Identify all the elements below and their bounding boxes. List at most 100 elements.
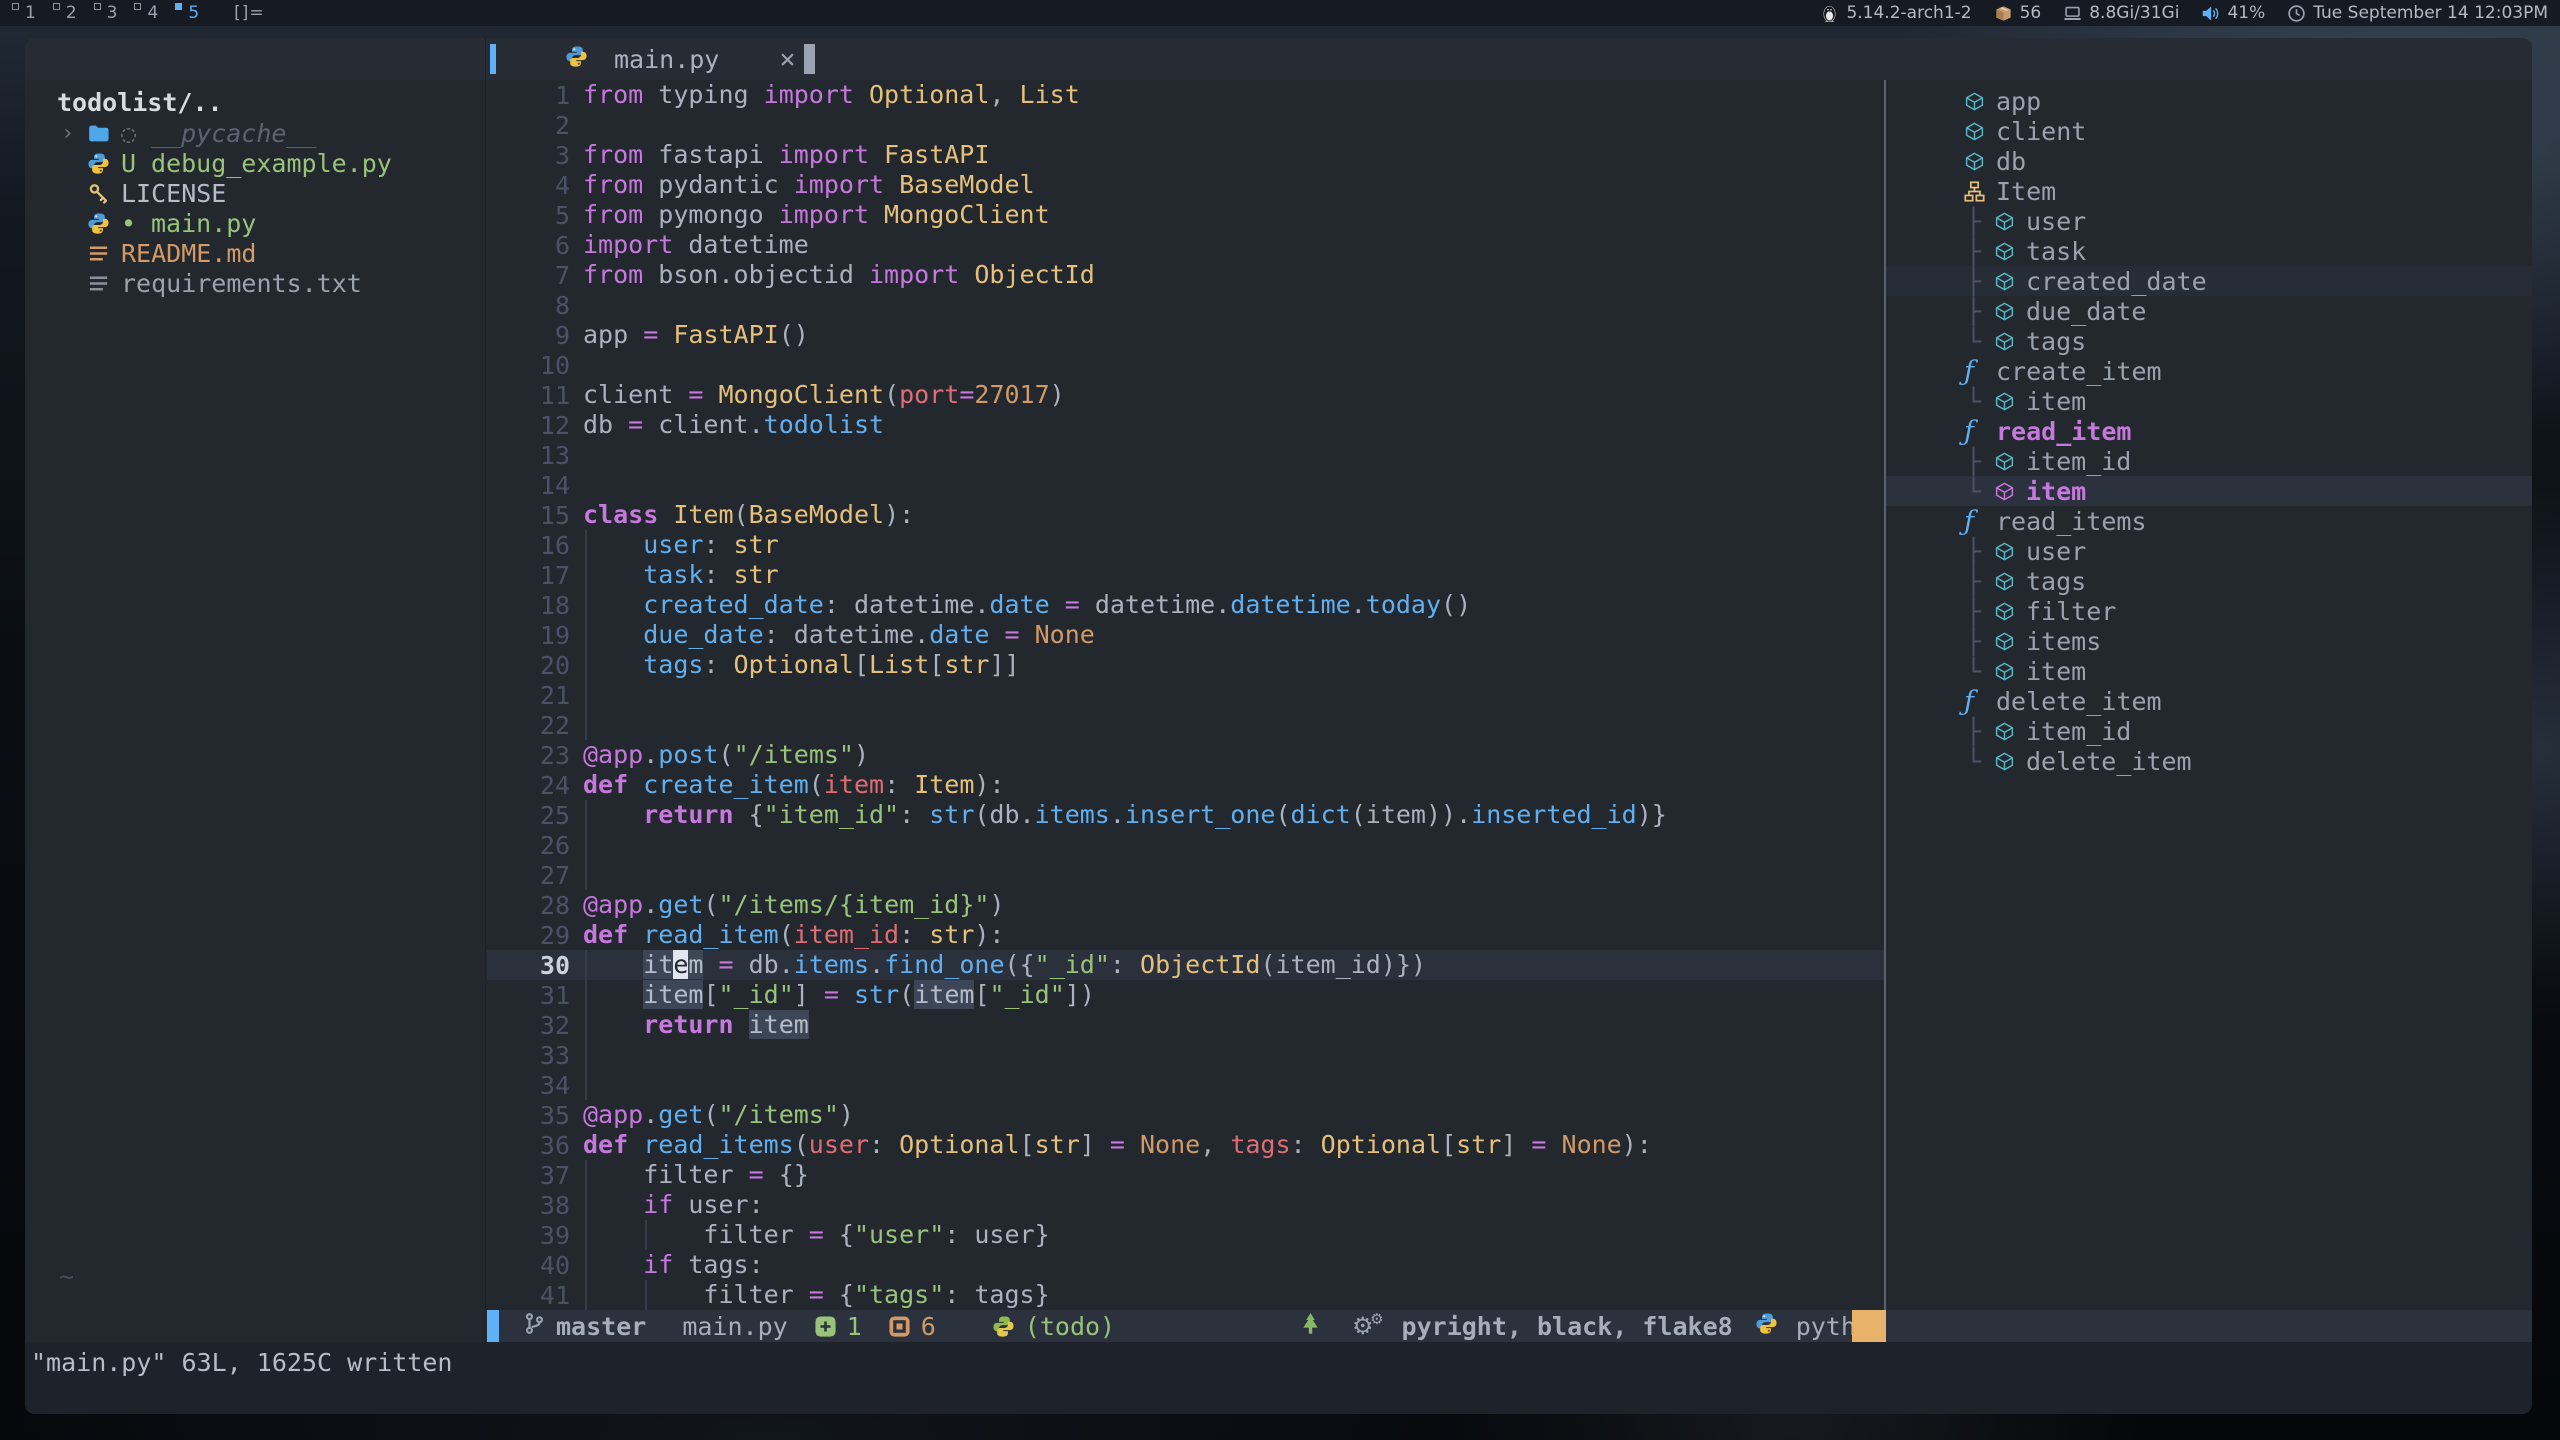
tagbar-item-delete_item[interactable]: ƒdelete_item: [1886, 686, 2532, 716]
code-line-8[interactable]: 8: [487, 290, 1884, 320]
file-tree-item-debug-example-py[interactable]: Udebug_example.py: [25, 148, 484, 178]
tagbar-item-item[interactable]: └item: [1886, 476, 2532, 506]
tab-title: main.py: [614, 45, 719, 74]
code-line-11[interactable]: 11client = MongoClient(port=27017): [487, 380, 1884, 410]
git-branch-name[interactable]: master: [556, 1312, 646, 1341]
code-line-36[interactable]: 36def read_items(user: Optional[str] = N…: [487, 1130, 1884, 1160]
code-line-32[interactable]: 32 return item: [487, 1010, 1884, 1040]
code-line-26[interactable]: 26: [487, 830, 1884, 860]
file-tree-item-requirements-txt[interactable]: requirements.txt: [25, 268, 484, 298]
code-line-13[interactable]: 13: [487, 440, 1884, 470]
code-line-18[interactable]: 18 created_date: datetime.date = datetim…: [487, 590, 1884, 620]
code-line-28[interactable]: 28@app.get("/items/{item_id}"): [487, 890, 1884, 920]
workspace-tag-4[interactable]: 4: [130, 0, 171, 26]
code-line-30[interactable]: 30 item = db.items.find_one({"_id": Obje…: [487, 950, 1884, 980]
code-line-3[interactable]: 3from fastapi import FastAPI: [487, 140, 1884, 170]
tagbar-item-Item[interactable]: Item: [1886, 176, 2532, 206]
tagbar-item-user[interactable]: ├user: [1886, 536, 2532, 566]
tree-connector: ├: [1886, 447, 1994, 476]
status-module-text: 8.8Gi/31Gi: [2089, 3, 2179, 23]
code-line-23[interactable]: 23@app.post("/items"): [487, 740, 1884, 770]
tab-main-py[interactable]: main.py ×: [565, 38, 796, 80]
code-line-27[interactable]: 27: [487, 860, 1884, 890]
indent-guide: [585, 590, 587, 620]
code-line-20[interactable]: 20 tags: Optional[List[str]]: [487, 650, 1884, 680]
tagbar-item-filter[interactable]: ├filter: [1886, 596, 2532, 626]
tagbar-item-task[interactable]: ├task: [1886, 236, 2532, 266]
tagbar-item-app[interactable]: app: [1886, 86, 2532, 116]
code-line-25[interactable]: 25 return {"item_id": str(db.items.inser…: [487, 800, 1884, 830]
code-line-16[interactable]: 16 user: str: [487, 530, 1884, 560]
workspace-tag-1[interactable]: 1: [8, 0, 49, 26]
code-line-9[interactable]: 9app = FastAPI(): [487, 320, 1884, 350]
code-line-7[interactable]: 7from bson.objectid import ObjectId: [487, 260, 1884, 290]
code-line-21[interactable]: 21: [487, 680, 1884, 710]
code-line-35[interactable]: 35@app.get("/items"): [487, 1100, 1884, 1130]
tagbar-item-client[interactable]: client: [1886, 116, 2532, 146]
code-line-1[interactable]: 1from typing import Optional, List: [487, 80, 1884, 110]
file-tree-item-readme-md[interactable]: README.md: [25, 238, 484, 268]
code-line-41[interactable]: 41 filter = {"tags": tags}: [487, 1280, 1884, 1310]
workspace-tag-3[interactable]: 3: [90, 0, 131, 26]
tagbar-item-create_item[interactable]: ƒcreate_item: [1886, 356, 2532, 386]
wm-layout-symbol[interactable]: []=: [234, 3, 265, 23]
code-line-14[interactable]: 14: [487, 470, 1884, 500]
code-line-22[interactable]: 22: [487, 710, 1884, 740]
code-line-17[interactable]: 17 task: str: [487, 560, 1884, 590]
workspace-tag-5[interactable]: 5: [171, 0, 212, 26]
tagbar-item-tags[interactable]: ├tags: [1886, 566, 2532, 596]
code-line-39[interactable]: 39 filter = {"user": user}: [487, 1220, 1884, 1250]
code-line-6[interactable]: 6import datetime: [487, 230, 1884, 260]
tag-label: item: [2026, 387, 2086, 416]
tagbar-item-item[interactable]: └item: [1886, 656, 2532, 686]
code-line-19[interactable]: 19 due_date: datetime.date = None: [487, 620, 1884, 650]
line-number: 41: [487, 1281, 583, 1310]
tagbar-item-created_date[interactable]: ├created_date: [1886, 266, 2532, 296]
vim-command-line[interactable]: "main.py" 63L, 1625C written: [25, 1342, 2532, 1414]
tag-label: task: [2026, 237, 2086, 266]
code-line-34[interactable]: 34: [487, 1070, 1884, 1100]
code-editor[interactable]: 1from typing import Optional, List23from…: [487, 80, 1884, 1310]
code-line-12[interactable]: 12db = client.todolist: [487, 410, 1884, 440]
tagbar-item-item[interactable]: └item: [1886, 386, 2532, 416]
tagbar-item-delete_item[interactable]: └delete_item: [1886, 746, 2532, 776]
tag-label: read_item: [1996, 417, 2131, 446]
indent-guide: [585, 560, 587, 590]
file-name: debug_example.py: [151, 149, 392, 178]
line-number: 35: [487, 1101, 583, 1130]
file-tree-item-main-py[interactable]: •main.py: [25, 208, 484, 238]
code-line-4[interactable]: 4from pydantic import BaseModel: [487, 170, 1884, 200]
tagbar-item-item_id[interactable]: ├item_id: [1886, 446, 2532, 476]
workspace-tag-2[interactable]: 2: [49, 0, 90, 26]
file-tree-item--pycache-[interactable]: ›◌__pycache__: [25, 118, 484, 148]
tagbar-item-due_date[interactable]: ├due_date: [1886, 296, 2532, 326]
code-line-40[interactable]: 40 if tags:: [487, 1250, 1884, 1280]
file-tree-item-license[interactable]: LICENSE: [25, 178, 484, 208]
file-tree-root[interactable]: todolist/..: [25, 88, 484, 118]
code-line-33[interactable]: 33: [487, 1040, 1884, 1070]
line-number: 21: [487, 681, 583, 710]
code-line-10[interactable]: 10: [487, 350, 1884, 380]
code-line-31[interactable]: 31 item["_id"] = str(item["_id"]): [487, 980, 1884, 1010]
tagbar-item-tags[interactable]: └tags: [1886, 326, 2532, 356]
tagbar-item-items[interactable]: ├items: [1886, 626, 2532, 656]
file-name: __pycache__: [151, 119, 317, 148]
status-module: 5.14.2-arch1-2: [1820, 3, 1971, 23]
tagbar-item-read_items[interactable]: ƒread_items: [1886, 506, 2532, 536]
code-line-5[interactable]: 5from pymongo import MongoClient: [487, 200, 1884, 230]
active-linters: pyright, black, flake8: [1402, 1312, 1733, 1341]
code-line-24[interactable]: 24def create_item(item: Item):: [487, 770, 1884, 800]
tagbar-item-db[interactable]: db: [1886, 146, 2532, 176]
code-line-15[interactable]: 15class Item(BaseModel):: [487, 500, 1884, 530]
code-line-38[interactable]: 38 if user:: [487, 1190, 1884, 1220]
markdown-icon: [87, 242, 121, 265]
code-line-2[interactable]: 2: [487, 110, 1884, 140]
code-line-29[interactable]: 29def read_item(item_id: str):: [487, 920, 1884, 950]
code-line-37[interactable]: 37 filter = {}: [487, 1160, 1884, 1190]
tab-close-icon[interactable]: ×: [779, 44, 795, 75]
tagbar-item-user[interactable]: ├user: [1886, 206, 2532, 236]
tagbar-item-item_id[interactable]: ├item_id: [1886, 716, 2532, 746]
tag-label: read_items: [1996, 507, 2147, 536]
tagbar-item-read_item[interactable]: ƒread_item: [1886, 416, 2532, 446]
code-text: class Item(BaseModel):: [583, 500, 1884, 530]
